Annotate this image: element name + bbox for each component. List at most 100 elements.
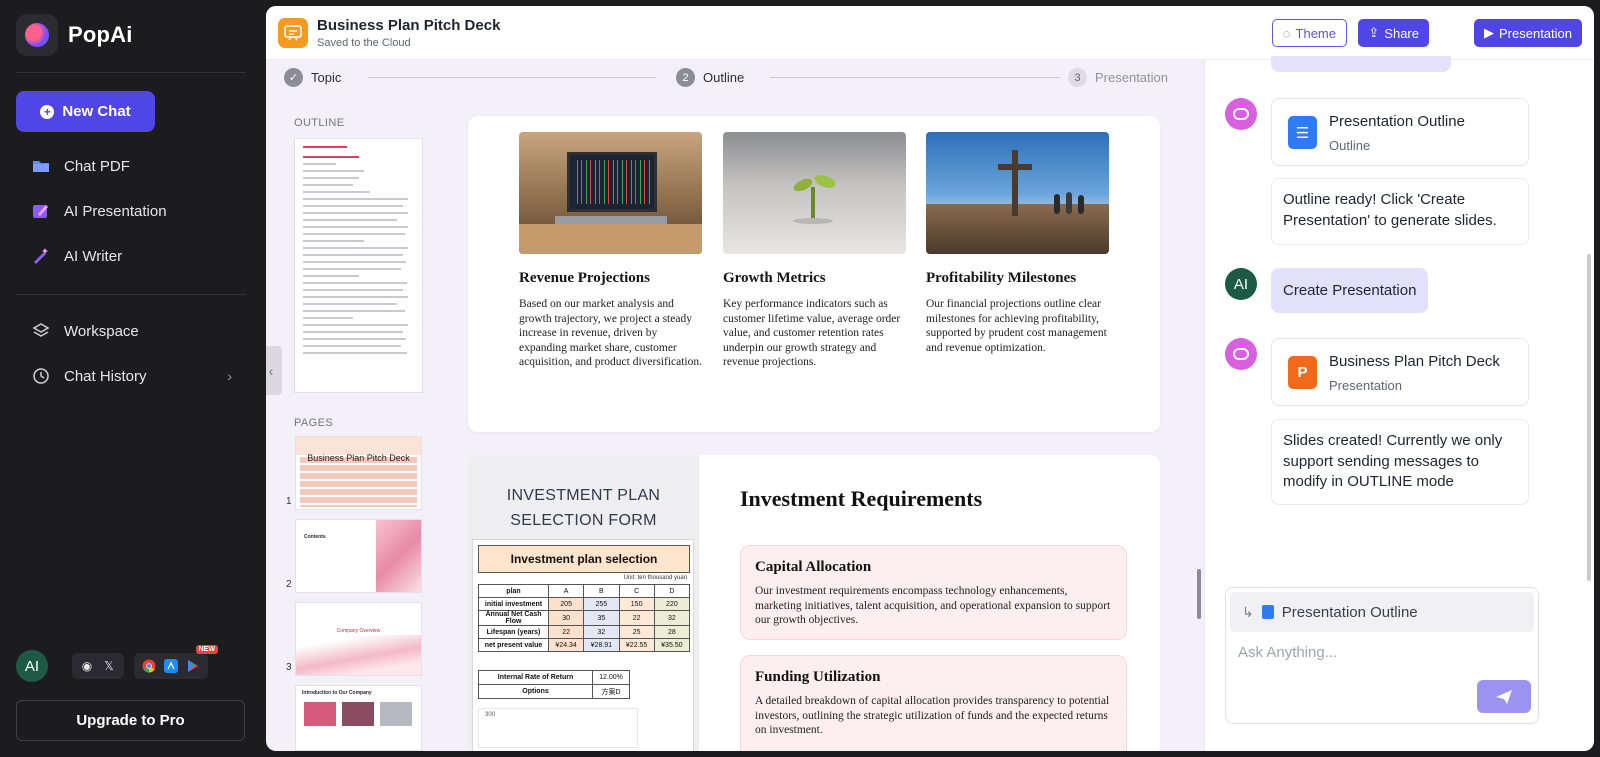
sidebar-item-ai-presentation[interactable]: AI Presentation — [16, 193, 246, 229]
collapse-panel-button[interactable]: ‹ — [266, 346, 282, 395]
share-label: Share — [1384, 25, 1419, 41]
theme-label: Theme — [1295, 25, 1336, 41]
sidebar-footer: AI ◉ 𝕏 NEW — [16, 645, 218, 682]
avatar[interactable]: AI — [16, 650, 48, 682]
page-thumbnail-3[interactable]: Company Overview — [295, 602, 422, 676]
brand-name: PopAi — [68, 22, 133, 47]
laptop-chart-image — [519, 132, 702, 254]
share-button[interactable]: ⇪ Share — [1358, 19, 1429, 47]
previous-message — [1271, 56, 1451, 72]
table-cell: 30 — [547, 610, 585, 626]
presentation-file-card[interactable]: P Business Plan Pitch Deck Presentation — [1271, 338, 1529, 406]
progress-stepper: ✓ Topic 2 Outline 3 Presentation — [266, 60, 1206, 94]
chat-scrollbar[interactable] — [1587, 254, 1591, 581]
outline-label: OUTLINE — [294, 117, 345, 129]
new-chat-button[interactable]: + New Chat — [16, 91, 155, 132]
slide-financial-projections[interactable]: Revenue Projections Based on our market … — [468, 116, 1160, 432]
table-header: A — [547, 584, 585, 598]
step-connector — [770, 77, 1060, 78]
table-cell: 22 — [618, 610, 655, 626]
table-cell: 32 — [653, 610, 691, 626]
page-thumbnail-1[interactable]: Business Plan Pitch Deck — [295, 436, 422, 510]
column-title: Revenue Projections — [519, 270, 650, 286]
table-row: Lifespan (years) 22 32 25 28 — [478, 625, 691, 639]
page-thumbnail-4[interactable]: Introduction to Our Company — [295, 685, 422, 751]
sidebar-item-label: Workspace — [64, 322, 139, 340]
history-icon — [32, 367, 50, 385]
table-cell: 28 — [653, 625, 691, 639]
new-chat-label: New Chat — [62, 103, 131, 120]
chrome-icon[interactable] — [142, 659, 156, 673]
theme-button[interactable]: ◌ Theme — [1271, 19, 1347, 47]
page-number: 2 — [286, 579, 292, 590]
bot-avatar — [1225, 338, 1257, 370]
plus-icon: + — [40, 104, 55, 119]
sidebar-item-chat-pdf[interactable]: Chat PDF — [16, 148, 246, 184]
page-thumbnail-2[interactable]: Contents — [295, 519, 422, 593]
google-play-icon[interactable] — [186, 659, 200, 673]
table-row: net present value ¥24.34 ¥28.91 ¥22.55 ¥… — [478, 638, 691, 652]
page-number: 3 — [286, 662, 292, 673]
outline-file-card[interactable]: ☰ Presentation Outline Outline — [1271, 98, 1529, 166]
sidebar-item-chat-history[interactable]: Chat History › — [16, 358, 246, 394]
chat-input[interactable] — [1238, 644, 1518, 661]
column-title: Profitability Milestones — [926, 270, 1077, 286]
presentation-doc-icon — [278, 18, 308, 48]
table-cell: 方案D — [592, 684, 630, 699]
table-cell: Annual Net Cash Flow — [478, 610, 549, 626]
file-card-subtitle: Outline — [1329, 138, 1371, 153]
outline-thumbnail[interactable] — [294, 138, 423, 393]
table-header: C — [618, 584, 655, 598]
upgrade-button[interactable]: Upgrade to Pro — [16, 700, 245, 741]
send-button[interactable] — [1477, 680, 1531, 713]
step-connector — [368, 77, 656, 78]
table-cell: 220 — [653, 597, 691, 611]
table-cell: 35 — [583, 610, 620, 626]
investment-form-image: Investment plan selection Unit: ten thou… — [472, 539, 694, 751]
slide-investment-requirements[interactable]: INVESTMENT PLAN SELECTION FORM Investmen… — [468, 455, 1160, 751]
chevron-right-icon: › — [227, 368, 232, 384]
file-card-title: Business Plan Pitch Deck — [1329, 353, 1500, 370]
divider — [16, 72, 246, 73]
table-cell: initial investment — [478, 597, 549, 611]
main-window: Business Plan Pitch Deck Saved to the Cl… — [266, 6, 1594, 751]
pages-label: PAGES — [294, 417, 334, 429]
page-title: Contents — [304, 534, 326, 540]
presentation-label: Presentation — [1499, 25, 1572, 41]
capital-allocation-card: Capital Allocation Our investment requir… — [740, 545, 1127, 640]
discord-icon[interactable]: ◉ — [80, 659, 94, 673]
table-cell: 150 — [618, 597, 655, 611]
table-header: plan — [478, 584, 549, 598]
step-outline[interactable]: 2 Outline — [676, 68, 744, 87]
investment-table: plan A B C D initial investment 205 255 … — [478, 584, 691, 652]
context-chip[interactable]: ↳ Presentation Outline — [1230, 592, 1534, 632]
app-store-icon[interactable] — [164, 659, 178, 673]
folder-icon — [32, 157, 50, 175]
share-icon: ⇪ — [1368, 25, 1380, 40]
card-text: A detailed breakdown of capital allocati… — [755, 695, 1110, 736]
step-presentation[interactable]: 3 Presentation — [1068, 68, 1168, 87]
column-text: Our financial projections outline clear … — [926, 298, 1107, 354]
table-cell: 205 — [547, 597, 585, 611]
page-title: Introduction to Our Company — [302, 690, 372, 696]
x-icon[interactable]: 𝕏 — [102, 659, 116, 673]
slides-scrollbar[interactable] — [1197, 569, 1201, 619]
table-cell: Lifespan (years) — [478, 625, 549, 639]
bot-avatar — [1225, 98, 1257, 130]
presentation-button[interactable]: ▶ Presentation — [1474, 19, 1582, 47]
slide-canvas: Revenue Projections Based on our market … — [468, 116, 1160, 751]
table-cell: ¥35.50 — [653, 638, 691, 652]
investment-form-panel: INVESTMENT PLAN SELECTION FORM Investmen… — [468, 455, 699, 751]
card-text: Our investment requirements encompass te… — [755, 585, 1111, 626]
page-title: Company Overview — [336, 628, 381, 634]
file-card-title: Presentation Outline — [1329, 113, 1465, 130]
sidebar-item-ai-writer[interactable]: AI Writer — [16, 238, 246, 274]
step-label: Outline — [703, 70, 745, 85]
sidebar-item-workspace[interactable]: Workspace — [16, 313, 246, 349]
step-topic[interactable]: ✓ Topic — [284, 68, 341, 87]
table-cell: 25 — [618, 625, 655, 639]
brand[interactable]: PopAi — [16, 14, 133, 56]
sidebar-item-label: AI Presentation — [64, 202, 167, 220]
irr-table: Internal Rate of Return 12.00% Options 方… — [477, 670, 630, 699]
presentation-file-icon: P — [1288, 356, 1317, 389]
